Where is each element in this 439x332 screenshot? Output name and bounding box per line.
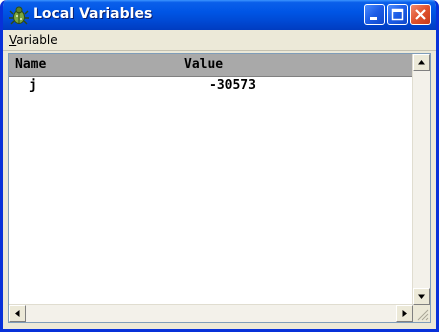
maximize-icon <box>391 8 404 21</box>
variable-value-cell: -30573 <box>209 78 256 93</box>
resize-grip-icon <box>417 309 429 321</box>
arrow-down-icon <box>418 294 425 299</box>
scroll-down-button[interactable] <box>413 288 430 305</box>
menu-item-variable-rest: ariable <box>16 33 58 47</box>
list-header: Name Value <box>9 54 413 77</box>
vertical-scrollbar[interactable] <box>412 54 430 305</box>
title-bar[interactable]: Local Variables <box>3 0 436 30</box>
close-icon <box>415 9 426 20</box>
menu-bar: Variable <box>3 30 436 51</box>
column-header-value[interactable]: Value <box>184 57 223 72</box>
bug-icon <box>9 6 29 25</box>
minimize-icon <box>370 17 377 20</box>
scroll-up-button[interactable] <box>413 54 430 71</box>
arrow-right-icon <box>402 310 407 317</box>
local-variables-window: Local Variables Variable Name Value j -3… <box>0 0 439 332</box>
horizontal-scrollbar[interactable] <box>9 304 413 322</box>
arrow-up-icon <box>418 60 425 65</box>
table-row[interactable]: j -30573 <box>9 77 413 95</box>
variable-name-cell: j <box>29 78 37 93</box>
resize-grip[interactable] <box>413 305 430 322</box>
close-button[interactable] <box>410 4 431 25</box>
column-header-name[interactable]: Name <box>15 57 46 72</box>
scroll-left-button[interactable] <box>9 305 26 322</box>
arrow-left-icon <box>15 310 20 317</box>
minimize-button[interactable] <box>364 4 385 25</box>
window-title: Local Variables <box>33 6 153 22</box>
variables-list[interactable]: Name Value j -30573 <box>8 53 431 323</box>
maximize-button[interactable] <box>387 4 408 25</box>
scroll-right-button[interactable] <box>396 305 413 322</box>
menu-item-variable[interactable]: Variable <box>9 33 58 47</box>
